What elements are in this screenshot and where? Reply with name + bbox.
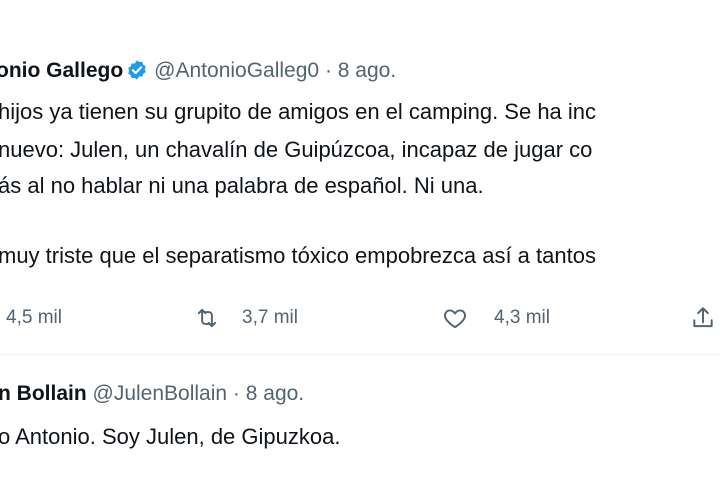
author-handle[interactable]: @AntonioGalleg0 [154, 59, 319, 82]
like-count: 4,3 mil [494, 307, 550, 328]
tweet-header: n Bollain @JulenBollain · 8 ago. [0, 381, 304, 407]
separator: · [319, 59, 338, 82]
verified-badge-icon [128, 60, 146, 80]
author-name[interactable]: n Bollain [0, 382, 87, 405]
reply-count: 4,5 mil [6, 307, 62, 328]
like-button[interactable]: 4,3 mil [442, 298, 550, 338]
tweet-text-line: hijos ya tienen su grupito de amigos en … [0, 99, 597, 124]
tweet-text-line: muy triste que el separatismo tóxico emp… [0, 243, 596, 268]
tweet-text-line: o Antonio. Soy Julen, de Gipuzkoa. [0, 424, 341, 449]
retweet-icon [197, 308, 217, 328]
tweet-date[interactable]: 8 ago. [246, 382, 304, 405]
reply-button[interactable]: 4,5 mil [6, 298, 62, 338]
share-icon [693, 307, 713, 328]
separator: · [227, 382, 246, 405]
tweet-text-line: ás al no hablar ni una palabra de españo… [0, 173, 484, 198]
tweet-actions: 4,5 mil 3,7 mil 4,3 mil [0, 298, 720, 338]
tweet-julen-bollain[interactable]: n Bollain @JulenBollain · 8 ago. o Anton… [0, 355, 720, 480]
heart-icon [444, 309, 466, 329]
share-button[interactable] [690, 298, 716, 338]
tweet-date[interactable]: 8 ago. [338, 59, 396, 82]
retweet-button[interactable]: 3,7 mil [194, 298, 298, 338]
author-name[interactable]: onio Gallego [0, 59, 123, 82]
author-handle[interactable]: @JulenBollain [93, 382, 228, 405]
tweet-header: onio Gallego @AntonioGalleg0 · 8 ago. [0, 58, 396, 84]
tweet-text-line: nuevo: Julen, un chavalín de Guipúzcoa, … [0, 137, 593, 162]
retweet-count: 3,7 mil [242, 307, 298, 328]
tweet-antonio-gallego[interactable]: onio Gallego @AntonioGalleg0 · 8 ago. hij… [0, 0, 720, 355]
